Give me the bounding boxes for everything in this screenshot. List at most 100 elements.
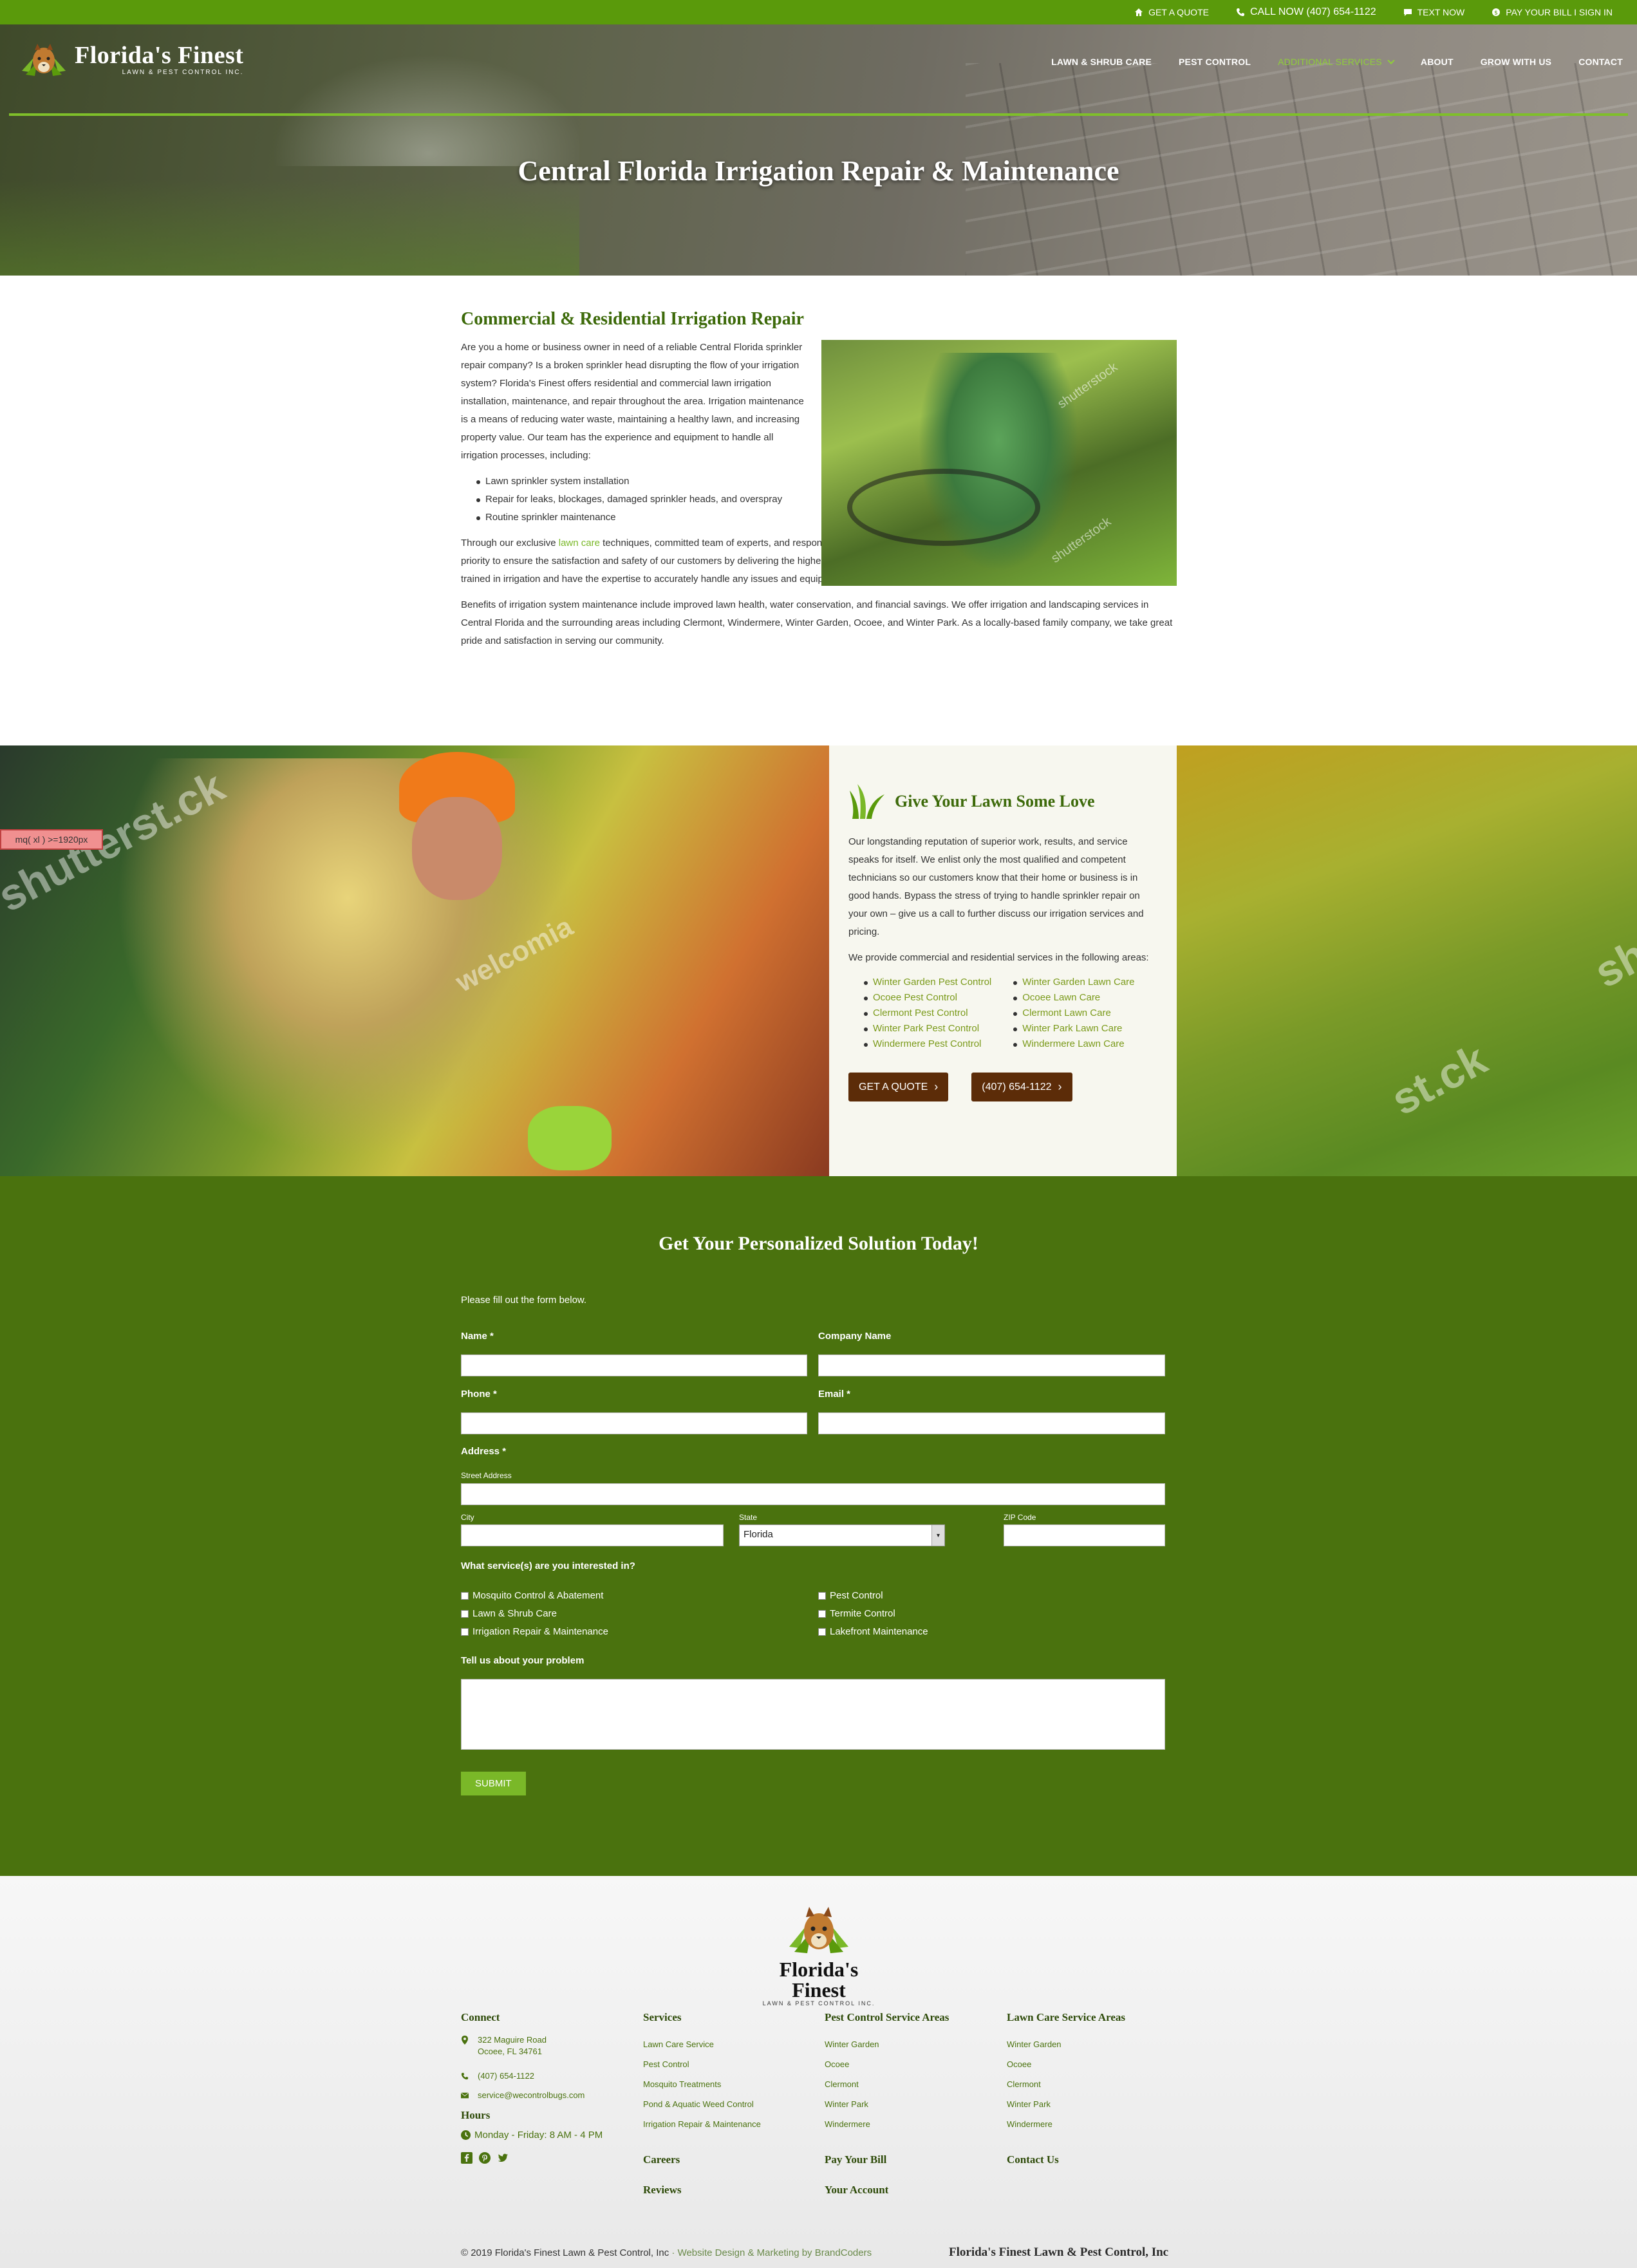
hours-heading: Hours xyxy=(461,2109,491,2121)
nav-item-grow-with-us[interactable]: GROW WITH US xyxy=(1481,57,1552,67)
checkbox[interactable] xyxy=(818,1627,826,1636)
service-checkbox[interactable]: Irrigation Repair & Maintenance xyxy=(461,1626,608,1637)
get-a-quote-label: GET A QUOTE xyxy=(1148,7,1209,17)
technician-photo: shutterstock shutterstock xyxy=(821,340,1177,586)
address: 322 Maguire Road Ocoee, FL 34761 xyxy=(461,2034,603,2057)
pest-area-link[interactable]: Windermere Pest Control xyxy=(864,1036,991,1052)
service-checkbox[interactable]: Lawn & Shrub Care xyxy=(461,1608,557,1619)
footer-logo-name: Florida's Finest xyxy=(779,1958,859,2001)
facebook-icon[interactable] xyxy=(461,2152,472,2164)
lawn-care-link[interactable]: lawn care xyxy=(559,538,600,548)
logo-name: Florida's Finest xyxy=(75,41,244,69)
lawn-love-section: shutterst.ck welcomia st.ck sh Give Your… xyxy=(0,745,1637,1176)
footer-lawn-area-link[interactable]: Ocoee xyxy=(1007,2054,1125,2074)
name-input[interactable] xyxy=(461,1354,807,1376)
problem-textarea[interactable] xyxy=(461,1679,1165,1750)
footer-phone[interactable]: (407) 654-1122 xyxy=(461,2070,603,2082)
checkbox[interactable] xyxy=(461,1591,469,1600)
careers-link[interactable]: Careers xyxy=(643,2150,761,2170)
nav-divider xyxy=(9,113,1628,116)
intro-paragraph-2-start: Through our exclusive xyxy=(461,538,559,548)
footer-service-link[interactable]: Pond & Aquatic Weed Control xyxy=(643,2094,761,2114)
brandcoders-credit-link[interactable]: · Website Design & Marketing by BrandCod… xyxy=(669,2247,872,2258)
pest-area-link[interactable]: Clermont Pest Control xyxy=(864,1006,991,1021)
nav-item-lawn-shrub-care[interactable]: LAWN & SHRUB CARE xyxy=(1051,57,1152,67)
city-input[interactable] xyxy=(461,1524,724,1546)
pest-area-link[interactable]: Winter Garden Pest Control xyxy=(864,975,991,990)
nav-item-additional-services[interactable]: ADDITIONAL SERVICES xyxy=(1278,57,1395,67)
address-label: Address * xyxy=(461,1446,507,1457)
footer-pest-area-link[interactable]: Clermont xyxy=(825,2074,949,2094)
your-account-link[interactable]: Your Account xyxy=(825,2180,949,2200)
reviews-link[interactable]: Reviews xyxy=(643,2180,761,2200)
lawn-area-link[interactable]: Ocoee Lawn Care xyxy=(1013,990,1134,1006)
email-input[interactable] xyxy=(818,1412,1165,1434)
company-input[interactable] xyxy=(818,1354,1165,1376)
checkbox[interactable] xyxy=(461,1627,469,1636)
footer-email-text: service@wecontrolbugs.com xyxy=(478,2090,585,2100)
pay-bill-link[interactable]: $ PAY YOUR BILL I SIGN IN xyxy=(1492,7,1613,17)
footer-pest-area-link[interactable]: Windermere xyxy=(825,2114,949,2134)
get-a-quote-button[interactable]: GET A QUOTE › xyxy=(848,1073,949,1101)
intro-section: Commercial & Residential Irrigation Repa… xyxy=(461,309,1177,650)
company-label: Company Name xyxy=(818,1331,892,1342)
footer-pest-area-link[interactable]: Winter Park xyxy=(825,2094,949,2114)
state-select[interactable]: Florida ▾ xyxy=(739,1524,945,1546)
footer-lawn-area-link[interactable]: Clermont xyxy=(1007,2074,1125,2094)
footer-lawn-area-link[interactable]: Windermere xyxy=(1007,2114,1125,2134)
checkbox[interactable] xyxy=(461,1609,469,1618)
connect-heading: Connect xyxy=(461,2011,500,2023)
footer-email[interactable]: service@wecontrolbugs.com xyxy=(461,2090,603,2101)
phone-input[interactable] xyxy=(461,1412,807,1434)
pest-area-link[interactable]: Ocoee Pest Control xyxy=(864,990,991,1006)
lawn-area-link[interactable]: Winter Park Lawn Care xyxy=(1013,1021,1134,1036)
site-logo[interactable]: Florida's Finest LAWN & PEST CONTROL INC… xyxy=(21,39,243,80)
clock-icon xyxy=(461,2130,471,2140)
dollar-circle-icon: $ xyxy=(1492,8,1501,17)
pest-control-areas: Winter Garden Pest Control Ocoee Pest Co… xyxy=(864,975,991,1052)
list-item: Repair for leaks, blockages, damaged spr… xyxy=(476,491,1177,509)
zip-input[interactable] xyxy=(1004,1524,1165,1546)
call-button[interactable]: (407) 654-1122 › xyxy=(971,1073,1072,1101)
pest-area-link[interactable]: Winter Park Pest Control xyxy=(864,1021,991,1036)
footer-lawn-area-link[interactable]: Winter Garden xyxy=(1007,2034,1125,2054)
pinterest-icon[interactable] xyxy=(479,2152,491,2164)
contact-us-link[interactable]: Contact Us xyxy=(1007,2150,1125,2170)
chevron-down-icon xyxy=(1387,57,1395,64)
main-nav: Florida's Finest LAWN & PEST CONTROL INC… xyxy=(0,24,1637,116)
twitter-icon[interactable] xyxy=(497,2152,509,2164)
lawn-area-link[interactable]: Windermere Lawn Care xyxy=(1013,1036,1134,1052)
lawn-area-link[interactable]: Winter Garden Lawn Care xyxy=(1013,975,1135,990)
footer-service-link[interactable]: Mosquito Treatments xyxy=(643,2074,761,2094)
nav-item-pest-control[interactable]: PEST CONTROL xyxy=(1179,57,1251,67)
home-icon xyxy=(1135,8,1143,16)
state-label: State xyxy=(739,1513,758,1522)
footer-service-link[interactable]: Irrigation Repair & Maintenance xyxy=(643,2114,761,2134)
footer-pest-area-link[interactable]: Ocoee xyxy=(825,2054,949,2074)
submit-button[interactable]: SUBMIT xyxy=(461,1772,526,1795)
service-checkbox[interactable]: Lakefront Maintenance xyxy=(818,1626,928,1637)
footer-pest-area-link[interactable]: Winter Garden xyxy=(825,2034,949,2054)
pay-your-bill-link[interactable]: Pay Your Bill xyxy=(825,2150,949,2170)
nav-item-about[interactable]: ABOUT xyxy=(1421,57,1454,67)
nav-item-contact[interactable]: CONTACT xyxy=(1578,57,1623,67)
checkbox[interactable] xyxy=(818,1609,826,1618)
green-glove xyxy=(528,1106,612,1170)
checkbox[interactable] xyxy=(818,1591,826,1600)
footer-service-link[interactable]: Pest Control xyxy=(643,2054,761,2074)
footer-service-link[interactable]: Lawn Care Service xyxy=(643,2034,761,2054)
checkbox-label: Lakefront Maintenance xyxy=(830,1626,928,1637)
select-arrow-icon: ▾ xyxy=(931,1525,944,1546)
text-now-link[interactable]: TEXT NOW xyxy=(1403,7,1464,17)
footer-logo[interactable]: Florida's Finest LAWN & PEST CONTROL INC… xyxy=(753,1902,884,2007)
footer-lawn-area-link[interactable]: Winter Park xyxy=(1007,2094,1125,2114)
lawn-area-link[interactable]: Clermont Lawn Care xyxy=(1013,1006,1134,1021)
panel-buttons: GET A QUOTE › (407) 654-1122 › xyxy=(848,1073,1156,1101)
list-item: Lawn sprinkler system installation xyxy=(476,473,1177,491)
street-address-input[interactable] xyxy=(461,1483,1165,1505)
get-a-quote-link[interactable]: GET A QUOTE xyxy=(1134,7,1209,17)
call-now-link[interactable]: CALL NOW (407) 654-1122 xyxy=(1236,6,1376,18)
service-checkbox[interactable]: Pest Control xyxy=(818,1590,883,1601)
service-checkbox[interactable]: Mosquito Control & Abatement xyxy=(461,1590,603,1601)
service-checkbox[interactable]: Termite Control xyxy=(818,1608,895,1619)
